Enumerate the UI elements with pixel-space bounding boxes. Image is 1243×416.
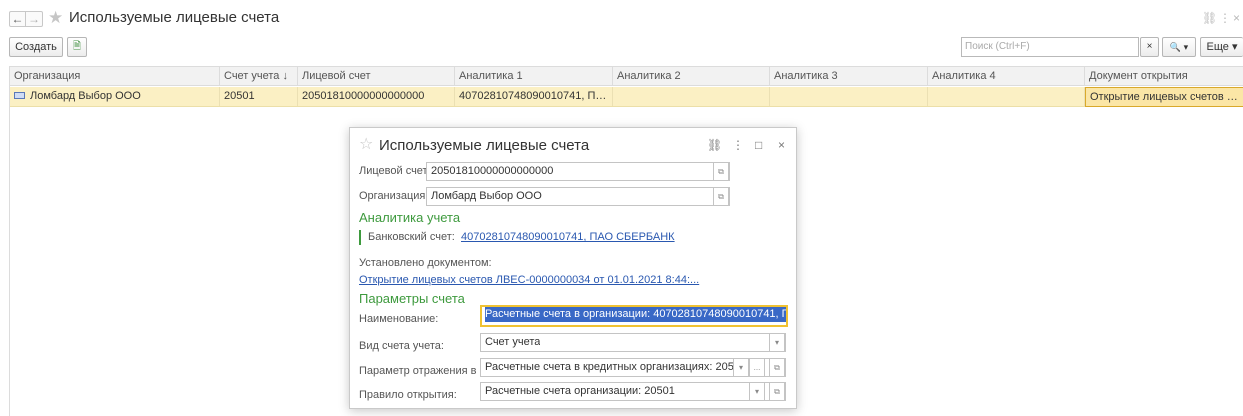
organization-field[interactable]: Ломбард Выбор ООО ⧉ [426,187,730,206]
cell-analytics2 [613,87,770,106]
cell-analytics3 [770,87,928,106]
excel-export-icon[interactable]: 🗎 [67,37,87,57]
organization-label: Организация: [359,190,429,202]
cell-document[interactable]: Открытие лицевых счетов ЛВЕ... [1085,87,1243,107]
analytics-section-title: Аналитика учета [359,210,461,225]
forward-arrow-icon[interactable]: → [26,11,43,27]
analytics-group-marker [359,230,361,245]
account-type-field[interactable]: Счет учета ▾ [480,333,786,352]
column-header-organization[interactable]: Организация [10,67,220,86]
close-icon[interactable]: × [778,138,785,152]
more-vertical-icon[interactable]: ⋮ [732,138,744,152]
window-titlebar: ← → ★ Используемые лицевые счета ⛓ ⋮ × [0,0,1243,32]
cell-analytics1: 40702810748090010741, ПАО ... [455,87,613,106]
name-label: Наименование: [359,313,439,325]
select-ellipsis-button[interactable]: ... [749,359,765,376]
form-title: Используемые лицевые счета [379,137,590,154]
established-by-label: Установлено документом: [359,257,492,269]
account-form-window: ☆ Используемые лицевые счета ⛓ ⋮ □ × Лиц… [349,127,797,409]
bank-account-label: Банковский счет: [368,231,455,243]
search-clear-icon[interactable]: × [1140,37,1159,57]
column-header-analytics4[interactable]: Аналитика 4 [928,67,1085,86]
column-header-analytics2[interactable]: Аналитика 2 [613,67,770,86]
favorite-star-icon[interactable]: ☆ [359,136,373,154]
opening-rule-field[interactable]: Расчетные счета организации: 20501 ▾ ⧉ [480,382,786,401]
open-icon[interactable]: ⧉ [713,188,729,205]
open-icon[interactable]: ⧉ [713,163,729,180]
params-section-title: Параметры счета [359,291,465,306]
column-header-account[interactable]: Счет учета ↓ [220,67,298,86]
link-icon[interactable]: ⛓ [1202,11,1217,25]
search-input[interactable]: Поиск (Ctrl+F) [961,37,1139,57]
link-icon[interactable]: ⛓ [707,138,722,152]
cell-account: 20501 [220,87,298,106]
open-icon[interactable]: ⧉ [769,359,785,376]
column-header-document[interactable]: Документ открытия [1085,67,1243,86]
dropdown-icon[interactable]: ▾ [749,383,765,400]
back-arrow-icon[interactable]: ← [9,11,26,27]
reflection-label: Параметр отражения в БУ: [359,365,497,377]
opening-rule-label: Правило открытия: [359,389,457,401]
reflection-field[interactable]: Расчетные счета в кредитных организациях… [480,358,786,377]
cell-organization: Ломбард Выбор ООО [10,87,220,106]
catalog-item-icon [14,92,25,99]
cell-personal-account: 20501810000000000000 [298,87,455,106]
page-title: Используемые лицевые счета [69,9,280,26]
open-icon[interactable]: ⧉ [769,383,785,400]
personal-account-label: Лицевой счет: [359,165,431,177]
table-row[interactable]: Ломбард Выбор ООО 20501 2050181000000000… [10,87,1243,107]
personal-account-field[interactable]: 20501810000000000000 ⧉ [426,162,730,181]
column-header-analytics3[interactable]: Аналитика 3 [770,67,928,86]
close-icon[interactable]: × [1233,11,1240,25]
more-vertical-icon[interactable]: ⋮ [1219,11,1231,25]
dropdown-icon[interactable]: ▾ [769,334,785,351]
search-button[interactable]: 🔍 ▾ [1162,37,1196,57]
document-link[interactable]: Открытие лицевых счетов ЛВЕС-0000000034 … [359,274,699,286]
column-header-personal-account[interactable]: Лицевой счет [298,67,455,86]
account-type-label: Вид счета учета: [359,340,444,352]
create-button[interactable]: Создать [9,37,63,57]
more-button[interactable]: Еще ▾ [1200,37,1243,57]
dropdown-icon[interactable]: ▾ [733,359,749,376]
favorite-star-icon[interactable]: ★ [48,8,63,28]
cell-analytics4 [928,87,1085,106]
bank-account-link[interactable]: 40702810748090010741, ПАО СБЕРБАНК [461,231,675,243]
name-field[interactable]: Расчетные счета в организации: 407028107… [480,305,788,327]
table-header: Организация Счет учета ↓ Лицевой счет Ан… [10,66,1243,86]
column-header-analytics1[interactable]: Аналитика 1 [455,67,613,86]
maximize-icon[interactable]: □ [755,138,762,152]
